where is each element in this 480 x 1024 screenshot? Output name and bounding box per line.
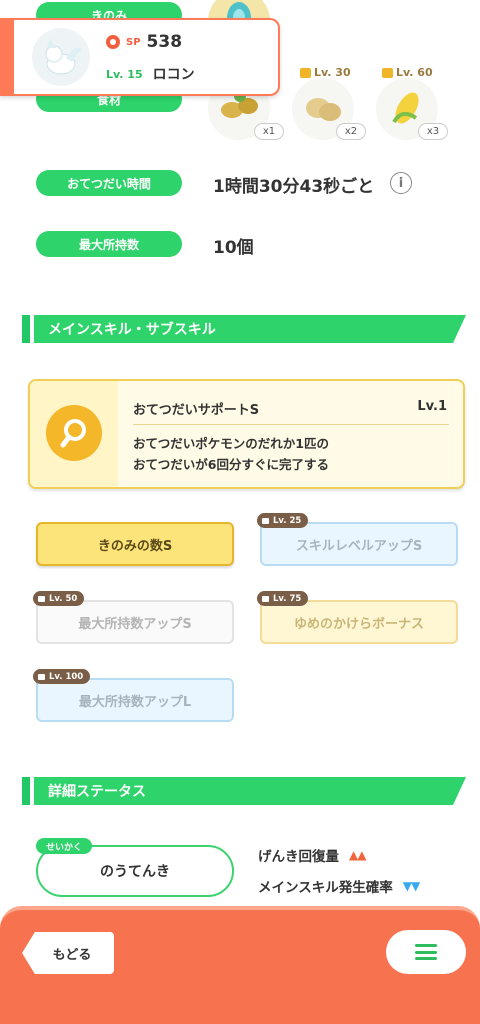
subskill-2[interactable]: スキルレベルアップS — [260, 522, 458, 566]
nature-up-stat: げんき回復量 — [258, 849, 339, 865]
details-section-title: 詳細ステータス — [34, 777, 466, 805]
max-carry-value: 10個 — [213, 238, 254, 258]
subskill-3[interactable]: 最大所持数アップS — [36, 600, 234, 644]
back-button[interactable]: もどる — [22, 932, 114, 974]
subskill-2-unlock: Lv. 25 — [257, 513, 309, 528]
lock-icon — [38, 673, 45, 680]
nature-down-row: メインスキル発生確率 ▼▼ — [258, 876, 420, 896]
info-icon[interactable]: i — [390, 172, 412, 194]
help-time-label: おてつだい時間 — [36, 170, 182, 196]
menu-button[interactable] — [386, 930, 466, 974]
main-skill-card[interactable]: おてつだいサポートS Lv.1 おてつだいポケモンのだれか1匹の おてつだいが6… — [28, 379, 465, 489]
subskill-1[interactable]: きのみの数S — [36, 522, 234, 566]
bottom-bar: もどる — [0, 906, 480, 1024]
subskill-3-unlock: Lv. 50 — [33, 591, 85, 606]
lock-icon — [262, 595, 269, 602]
lock-icon — [38, 595, 45, 602]
vulpix-icon — [45, 38, 82, 75]
lock-icon — [262, 517, 269, 524]
ingredient-count-3: x3 — [418, 123, 448, 140]
magnifier-icon — [46, 405, 102, 461]
hamburger-icon — [415, 944, 437, 960]
ingredient-count-2: x2 — [336, 123, 366, 140]
sp-label: SP — [126, 36, 141, 48]
nature-down-stat: メインスキル発生確率 — [258, 880, 393, 896]
pokeball-icon — [106, 35, 120, 49]
subskill-4-unlock: Lv. 75 — [257, 591, 309, 606]
nature-up-row: げんき回復量 ▲▲ — [258, 845, 366, 865]
subskill-4[interactable]: ゆめのかけらボーナス — [260, 600, 458, 644]
subskill-5[interactable]: 最大所持数アップL — [36, 678, 234, 722]
pokemon-card[interactable]: SP 538 Lv. 15 ロコン — [0, 18, 280, 96]
nature-tag: せいかく — [36, 838, 93, 854]
skills-section-title: メインスキル・サブスキル — [34, 315, 466, 343]
main-skill-level: Lv.1 — [417, 399, 447, 414]
down-arrows-icon: ▼▼ — [402, 879, 420, 893]
help-time-value: 1時間30分43秒ごと — [213, 177, 375, 197]
sp-value: 538 — [146, 32, 183, 52]
main-skill-description: おてつだいポケモンのだれか1匹の おてつだいが6回分すぐに完了する — [133, 436, 329, 472]
max-carry-label: 最大所持数 — [36, 231, 182, 257]
sp-row: SP 538 — [106, 32, 182, 52]
main-skill-name: おてつだいサポートS — [133, 403, 260, 418]
lock-icon — [382, 67, 393, 78]
ingredient-count-1: x1 — [254, 123, 284, 140]
pokemon-level: Lv. 15 — [106, 67, 143, 81]
lock-icon — [300, 67, 311, 78]
skills-section-header: メインスキル・サブスキル — [22, 315, 466, 343]
subskill-5-unlock: Lv. 100 — [33, 669, 91, 684]
pokemon-avatar — [32, 28, 90, 86]
details-section-header: 詳細ステータス — [22, 777, 466, 805]
level-row: Lv. 15 ロコン — [106, 64, 195, 84]
pokemon-name: ロコン — [152, 67, 195, 83]
up-arrows-icon: ▲▲ — [349, 848, 366, 862]
